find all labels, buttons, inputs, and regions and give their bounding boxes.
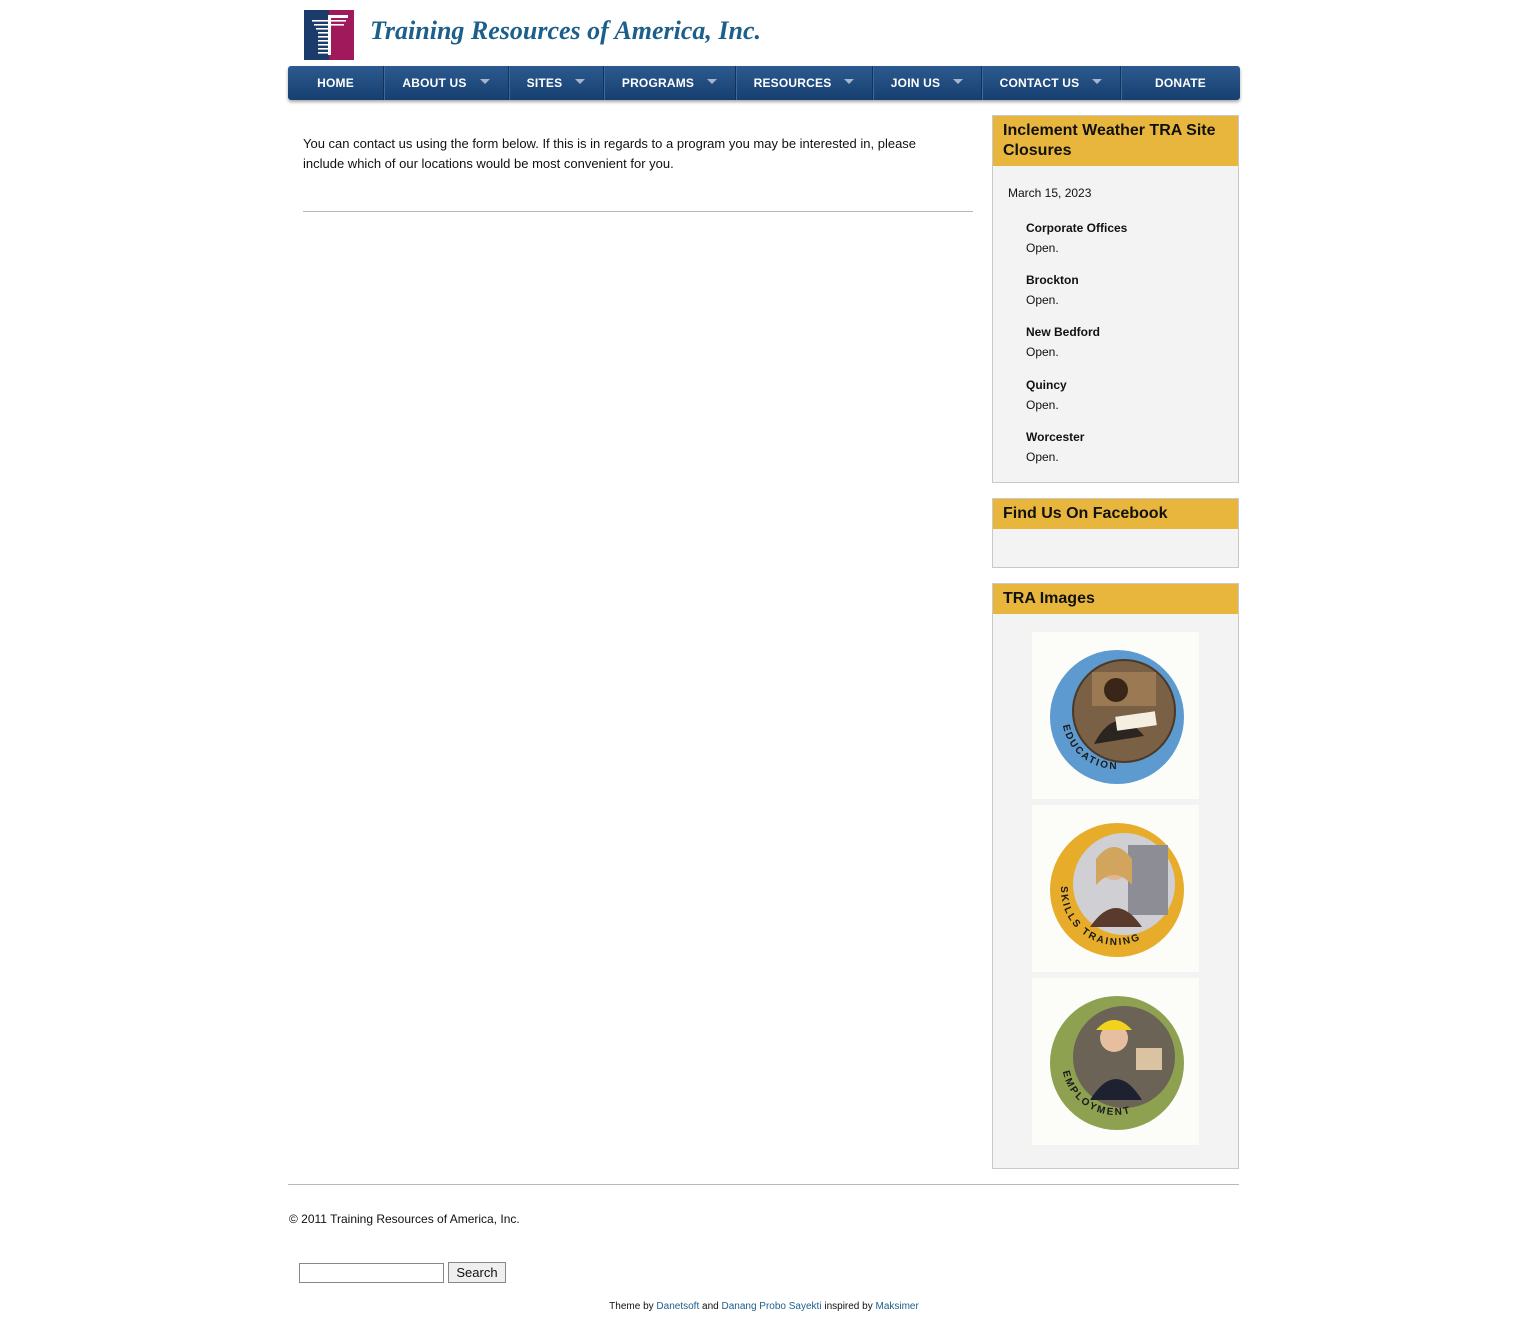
footer-divider xyxy=(288,1184,1239,1185)
main-nav: HOME ABOUT US SITES PROGRAMS RESOURCES J… xyxy=(288,66,1240,100)
intro-text: You can contact us using the form below.… xyxy=(303,136,917,171)
credit-link-danang[interactable]: Danang Probo Sayekti xyxy=(721,1301,821,1312)
closure-date: March 15, 2023 xyxy=(1008,186,1092,200)
facebook-block: Find Us On Facebook xyxy=(992,498,1239,568)
block-title: Inclement Weather TRA Site Closures xyxy=(993,116,1238,166)
location-name: Quincy xyxy=(1026,378,1067,392)
location-name: Brockton xyxy=(1026,273,1079,287)
search-input[interactable] xyxy=(299,1263,444,1283)
location-name: Corporate Offices xyxy=(1026,221,1128,235)
credits-prefix: Theme by xyxy=(609,1301,654,1312)
location-status: Open. xyxy=(1026,345,1059,359)
credits-inspired: inspired by xyxy=(824,1301,873,1312)
nav-item-programs[interactable]: PROGRAMS xyxy=(604,66,736,100)
location-item: Quincy Open. xyxy=(1026,375,1067,415)
nav-label: JOIN US xyxy=(890,76,941,90)
location-name: Worcester xyxy=(1026,430,1085,444)
nav-label: RESOURCES xyxy=(753,76,832,90)
location-item: Corporate Offices Open. xyxy=(1026,218,1127,258)
chevron-down-icon xyxy=(575,78,586,84)
nav-item-resources[interactable]: RESOURCES xyxy=(736,66,873,100)
nav-label: DONATE xyxy=(1155,76,1206,90)
location-status: Open. xyxy=(1026,450,1059,464)
nav-label: CONTACT US xyxy=(999,76,1080,90)
location-item: Brockton Open. xyxy=(1026,270,1079,310)
search-button[interactable]: Search xyxy=(448,1262,506,1283)
chevron-down-icon xyxy=(707,78,718,84)
nav-item-sites[interactable]: SITES xyxy=(509,66,604,100)
location-status: Open. xyxy=(1026,398,1059,412)
chevron-down-icon xyxy=(1092,78,1103,84)
skills-training-image[interactable]: SKILLS TRAINING xyxy=(1032,805,1199,972)
credit-link-danetsoft[interactable]: Danetsoft xyxy=(656,1301,699,1312)
nav-label: PROGRAMS xyxy=(621,76,695,90)
chevron-down-icon xyxy=(479,78,490,84)
education-image[interactable]: EDUCATION xyxy=(1032,632,1199,799)
site-title[interactable]: Training Resources of America, Inc. xyxy=(370,16,761,46)
content-divider xyxy=(303,211,973,212)
nav-item-contact-us[interactable]: CONTACT US xyxy=(982,66,1121,100)
theme-credits: Theme by Danetsoft and Danang Probo Saye… xyxy=(288,1301,1240,1312)
weather-closures-block: Inclement Weather TRA Site Closures Marc… xyxy=(992,115,1239,483)
nav-label: ABOUT US xyxy=(402,76,467,90)
credit-link-maksimer[interactable]: Maksimer xyxy=(875,1301,918,1312)
nav-item-about-us[interactable]: ABOUT US xyxy=(384,66,509,100)
nav-item-home[interactable]: HOME xyxy=(288,66,384,100)
nav-label: HOME xyxy=(317,76,354,90)
block-title: Find Us On Facebook xyxy=(993,499,1238,529)
tra-images-block: TRA Images EDUCATION SKILLS TRAINING EMP… xyxy=(992,583,1239,1169)
nav-label: SITES xyxy=(526,76,563,90)
location-status: Open. xyxy=(1026,293,1059,307)
block-title: TRA Images xyxy=(993,584,1238,614)
employment-image[interactable]: EMPLOYMENT xyxy=(1032,978,1199,1145)
copyright-text: © 2011 Training Resources of America, In… xyxy=(289,1212,520,1226)
nav-item-join-us[interactable]: JOIN US xyxy=(873,66,982,100)
chevron-down-icon xyxy=(844,78,855,84)
location-status: Open. xyxy=(1026,241,1059,255)
chevron-down-icon xyxy=(953,78,964,84)
location-item: Worcester Open. xyxy=(1026,427,1084,467)
page-wrapper: Training Resources of America, Inc. HOME… xyxy=(288,0,1240,1318)
nav-item-donate[interactable]: DONATE xyxy=(1121,66,1240,100)
tra-logo-icon[interactable] xyxy=(304,10,354,60)
location-item: New Bedford Open. xyxy=(1026,322,1100,362)
credits-and: and xyxy=(702,1301,719,1312)
location-name: New Bedford xyxy=(1026,325,1101,339)
